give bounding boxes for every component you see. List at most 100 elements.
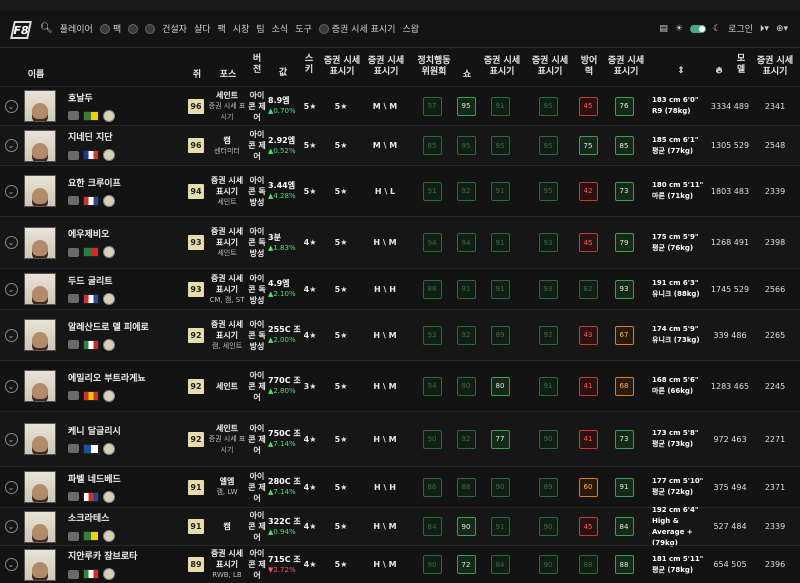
- header-model[interactable]: 모델: [734, 54, 748, 76]
- popularity-icon[interactable]: 🔥︎: [714, 66, 724, 77]
- player-name[interactable]: 파벨 네드베드: [68, 472, 121, 485]
- compare-button[interactable]: ⌄: [4, 467, 18, 507]
- player-name[interactable]: 에밀리오 부트라게뇨: [68, 371, 146, 384]
- weak-foot: 5★: [334, 482, 348, 492]
- overall-rating: 91: [187, 508, 205, 545]
- platform-icon[interactable]: ⏵▾: [760, 24, 769, 34]
- browser-strip: [0, 0, 800, 10]
- weak-foot: 5★: [334, 522, 348, 531]
- table-row[interactable]: ⌄ 지네딘 지단 96 캠 센터미터 아이콘 제어 2.92엠 ▲0.52% 5★ 5★ M \ M…: [0, 125, 800, 165]
- table-row[interactable]: ⌄ 에우제비오 93 증권 시세 표시기 세인트 아이콘 독방성 3분 ▲1.83% 4★ 5★ H…: [0, 216, 800, 268]
- compare-button[interactable]: ⌄: [4, 508, 18, 545]
- compare-button[interactable]: ⌄: [4, 217, 18, 268]
- player-name[interactable]: 요한 크루이프: [68, 176, 121, 189]
- table-row[interactable]: ⌄ 요한 크루이프 94 증권 시세 표시기 세인트 아이콘 독방성 3.44엠 ▲4.28%…: [0, 165, 800, 216]
- igs-value: 2396: [764, 560, 786, 569]
- header-physical[interactable]: 증권 시세 표시기: [604, 56, 648, 78]
- club-badge-icon: [103, 109, 115, 122]
- table-row[interactable]: ⌄ 에밀리오 부트라게뇨 92 세인트 아이콘 제어 770C 조 ▲2.80% 3★ 5★ H …: [0, 360, 800, 411]
- compare-button[interactable]: ⌄: [4, 126, 18, 165]
- compare-button[interactable]: ⌄: [4, 87, 18, 125]
- player-face[interactable]: [24, 546, 56, 583]
- player-face[interactable]: [24, 217, 56, 268]
- nav-item-pack[interactable]: 팩: [218, 22, 226, 35]
- stat-box: 92: [456, 310, 476, 360]
- compare-button[interactable]: ⌄: [4, 412, 18, 466]
- compare-button[interactable]: ⌄: [4, 546, 18, 583]
- player-face[interactable]: [24, 361, 56, 411]
- player-face[interactable]: [24, 310, 56, 360]
- price-value: 8.9엠: [268, 96, 290, 105]
- player-name[interactable]: 에우제비오: [68, 227, 109, 240]
- nav-item-evolutions[interactable]: 샬다: [194, 22, 211, 35]
- player-face[interactable]: [24, 412, 56, 466]
- nav-item-news[interactable]: 소식: [272, 22, 289, 35]
- header-version[interactable]: 버전: [250, 54, 264, 76]
- table-row[interactable]: ⌄ 케니 달글리시 92 세인트 증권 시세 표시기 아이콘 제어 750C 조 ▲7.14%…: [0, 411, 800, 466]
- header-work-rate[interactable]: 증권 시세 표시기: [364, 56, 408, 78]
- header-passing[interactable]: 증권 시세 표시기: [480, 56, 524, 78]
- player-name[interactable]: 호날두: [68, 91, 93, 104]
- nav-item-sbc[interactable]: 건설자: [162, 22, 187, 35]
- table-row[interactable]: ⌄ 두드 굴리트 93 증권 시세 표시기 CM, 캠, ST 아이콘 독방성 4.9엠 ▲2…: [0, 268, 800, 309]
- player-face[interactable]: [24, 467, 56, 507]
- player-name[interactable]: 지안루카 잠브로타: [68, 549, 137, 562]
- header-skill-moves[interactable]: 스키: [303, 54, 315, 76]
- stat-box: 88: [456, 467, 476, 507]
- player-name[interactable]: 소크라테스: [68, 511, 109, 524]
- chevron-down-icon: ⌄: [4, 99, 18, 113]
- login-link[interactable]: 로그인: [728, 22, 753, 35]
- nav-item-ticker[interactable]: 증권 시세 표시기: [318, 22, 395, 35]
- header-price[interactable]: 값: [276, 68, 290, 79]
- header-dribbling[interactable]: 증권 시세 표시기: [528, 56, 572, 78]
- header-ovr[interactable]: 쥐: [190, 70, 204, 81]
- nav-item-players[interactable]: 플레이어: [60, 22, 93, 35]
- compare-button[interactable]: ⌄: [4, 361, 18, 411]
- calculator-icon[interactable]: ▤: [659, 24, 668, 34]
- player-face[interactable]: [24, 269, 56, 309]
- stat-box: 42: [578, 166, 598, 216]
- player-face[interactable]: [24, 166, 56, 216]
- header-pace[interactable]: 정치행동 위원회: [412, 56, 456, 78]
- player-name[interactable]: 케니 달글리시: [68, 424, 121, 437]
- globe-icon[interactable]: [145, 23, 156, 34]
- language-icon[interactable]: ⊕▾: [776, 24, 788, 34]
- ea-icon[interactable]: [128, 23, 139, 34]
- compare-button[interactable]: ⌄: [4, 269, 18, 309]
- skill-moves: 4★: [303, 284, 317, 294]
- sun-icon[interactable]: ☀: [675, 24, 683, 34]
- player-face[interactable]: [24, 87, 56, 125]
- header-defending[interactable]: 방어력: [578, 56, 600, 78]
- table-row[interactable]: ⌄ 소크라테스 91 캠 아이콘 제어 322C 조 ▲0.94% 4★ 5★ H \ M 84 90…: [0, 506, 800, 547]
- site-logo[interactable]: F8: [10, 21, 32, 39]
- player-portrait: [24, 273, 56, 305]
- igs-value: 2398: [764, 238, 786, 247]
- nav-item-team[interactable]: 팀: [256, 22, 264, 35]
- height-text: 168 cm 5'6": [652, 376, 699, 384]
- stat-box: 91: [490, 217, 510, 268]
- nav-item-packs[interactable]: 팩: [99, 22, 121, 35]
- player-name[interactable]: 알레산드로 델 피에로: [68, 320, 149, 333]
- nav-item-market[interactable]: 시장: [233, 22, 250, 35]
- nav-item-tools[interactable]: 도구: [295, 22, 312, 35]
- table-row[interactable]: ⌄ 지안루카 잠브로타 89 증권 시세 표시기 RWB, LB 아이콘 제어 715C 조…: [0, 545, 800, 583]
- table-row[interactable]: ⌄ 파벨 네드베드 91 엘엠 캠, LW 아이콘 제어 280C 조 ▲7.14% 4★ 5★ H…: [0, 466, 800, 507]
- header-igs[interactable]: 증권 시세 표시기: [755, 56, 795, 78]
- header-name[interactable]: 이름: [24, 70, 48, 81]
- player-face[interactable]: [24, 126, 56, 165]
- table-row[interactable]: ⌄ 알레산드로 델 피에로 92 증권 시세 표시기 캠, 세인트 아이콘 독방성 255C…: [0, 309, 800, 360]
- player-name[interactable]: 지네딘 지단: [68, 130, 113, 143]
- table-row[interactable]: ⌄ 호날두 96 세인트 증권 시세 표시기 아이콘 제어 8.9엠 ▲0.70% 5★ 5★ M …: [0, 86, 800, 125]
- height-icon[interactable]: ⇕: [676, 66, 686, 77]
- compare-button[interactable]: ⌄: [4, 310, 18, 360]
- compare-button[interactable]: ⌄: [4, 166, 18, 216]
- player-face[interactable]: [24, 508, 56, 545]
- player-name[interactable]: 두드 굴리트: [68, 274, 113, 287]
- theme-toggle[interactable]: [689, 24, 706, 33]
- nav-item-swap[interactable]: 스왑: [402, 22, 419, 35]
- header-weak-foot[interactable]: 증권 시세 표시기: [320, 56, 364, 78]
- header-pos[interactable]: 포스: [214, 70, 242, 81]
- search-icon[interactable]: 🔍︎: [40, 23, 53, 34]
- header-shooting[interactable]: 쇼: [460, 70, 474, 81]
- position-primary: 엘엠: [219, 477, 235, 486]
